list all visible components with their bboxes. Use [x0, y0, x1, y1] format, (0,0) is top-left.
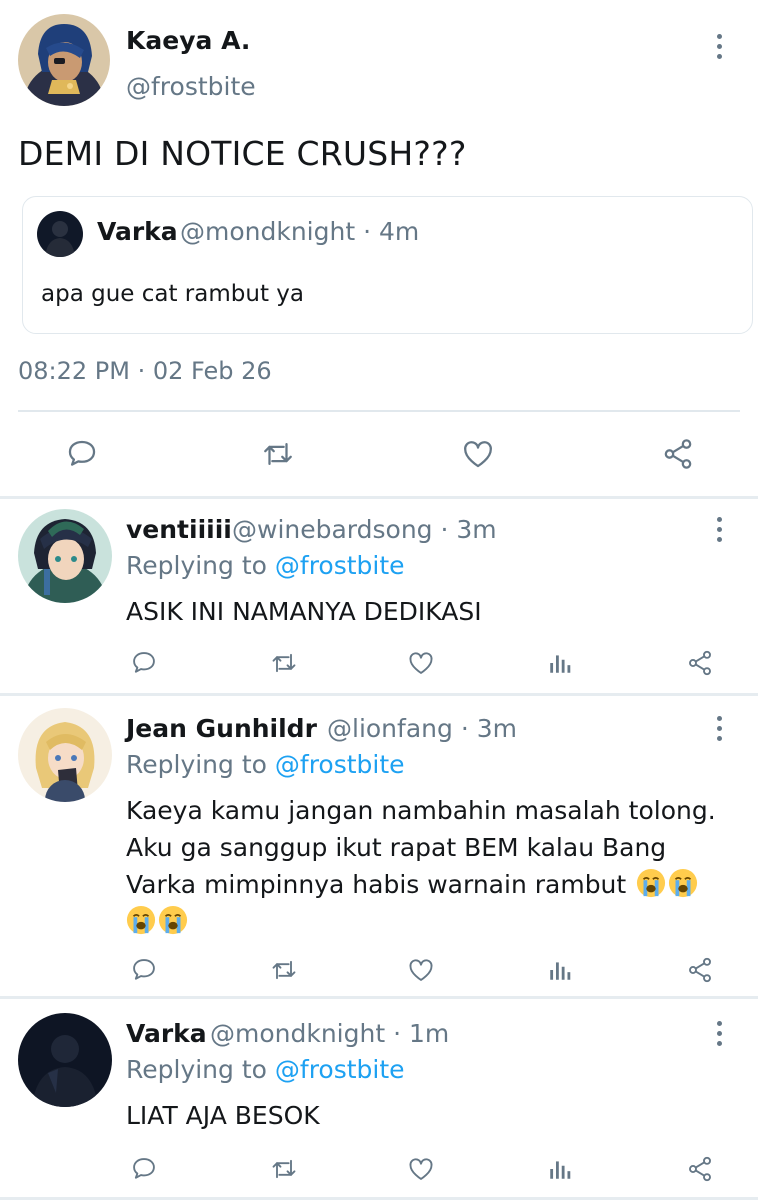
reply-icon[interactable] [60, 434, 104, 474]
reply-icon[interactable] [126, 952, 162, 988]
loudly-crying-face-icon [637, 868, 666, 898]
reply-text-line: Aku ga sanggup ikut rapat BEM kalau Bang [126, 833, 667, 862]
reply-icon[interactable] [126, 1151, 162, 1187]
retweet-icon[interactable] [266, 645, 302, 681]
venti-avatar[interactable] [18, 509, 112, 603]
author-name[interactable]: Kaeya A. [126, 26, 250, 55]
reply-author-handle[interactable]: @mondknight · 1m [210, 1019, 449, 1048]
reply-icon[interactable] [126, 645, 162, 681]
mention-link[interactable]: @frostbite [275, 750, 405, 779]
mention-link[interactable]: @frostbite [275, 1055, 405, 1084]
reply-tweet[interactable]: Varka @mondknight · 1m Replying to @fros… [0, 999, 758, 1200]
replying-to: Replying to @frostbite [126, 551, 405, 580]
reply-tweet[interactable]: ventiiiii @winebardsong · 3m Replying to… [0, 499, 758, 693]
more-options-icon[interactable] [709, 716, 729, 746]
analytics-icon[interactable] [542, 952, 578, 988]
reply-tweet[interactable]: Jean Gunhildr @lionfang · 3m Replying to… [0, 696, 758, 996]
replying-prefix: Replying to [126, 551, 275, 580]
like-icon[interactable] [403, 1151, 439, 1187]
analytics-icon[interactable] [542, 1151, 578, 1187]
retweet-icon[interactable] [256, 434, 300, 474]
quoted-tweet[interactable]: Varka @mondknight · 4m apa gue cat rambu… [22, 196, 753, 334]
share-icon[interactable] [682, 645, 718, 681]
retweet-icon[interactable] [266, 1151, 302, 1187]
retweet-icon[interactable] [266, 952, 302, 988]
tweet-timestamp: 08:22 PM · 02 Feb 26 [18, 357, 272, 385]
kaeya-avatar[interactable] [18, 14, 110, 106]
reply-text-line: Kaeya kamu jangan nambahin masalah tolon… [126, 796, 716, 825]
varka-avatar [37, 211, 83, 257]
tweet-text: DEMI DI NOTICE CRUSH??? [18, 134, 467, 173]
share-icon[interactable] [682, 952, 718, 988]
reply-text-line: Varka mimpinnya habis warnain rambut [126, 866, 736, 903]
more-options-icon[interactable] [709, 517, 729, 547]
more-options-icon[interactable] [709, 1021, 729, 1051]
replying-prefix: Replying to [126, 750, 275, 779]
varka-avatar[interactable] [18, 1013, 112, 1107]
reply-text: Kaeya kamu jangan nambahin masalah tolon… [126, 792, 736, 940]
reply-author-name[interactable]: ventiiiii [126, 515, 232, 544]
reply-text-line [126, 903, 736, 940]
more-options-icon[interactable] [709, 34, 729, 64]
quoted-text: apa gue cat rambut ya [41, 281, 304, 307]
reply-text: ASIK INI NAMANYA DEDIKASI [126, 597, 482, 626]
like-icon[interactable] [403, 645, 439, 681]
author-handle[interactable]: @frostbite [126, 72, 256, 101]
replying-to: Replying to @frostbite [126, 750, 405, 779]
loudly-crying-face-icon [158, 905, 188, 935]
mention-link[interactable]: @frostbite [275, 551, 405, 580]
share-icon[interactable] [682, 1151, 718, 1187]
jean-avatar[interactable] [18, 708, 112, 802]
loudly-crying-face-icon [126, 905, 156, 935]
like-icon[interactable] [403, 952, 439, 988]
reply-text-segment: Varka mimpinnya habis warnain rambut [126, 870, 627, 899]
loudly-crying-face-icon [669, 868, 698, 898]
replying-to: Replying to @frostbite [126, 1055, 405, 1084]
quoted-author-name: Varka [97, 217, 178, 246]
reply-author-name[interactable]: Jean Gunhildr [126, 714, 317, 743]
like-icon[interactable] [456, 434, 500, 474]
quoted-author-handle: @mondknight · 4m [180, 217, 420, 246]
reply-author-handle[interactable]: @winebardsong · 3m [232, 515, 497, 544]
replying-prefix: Replying to [126, 1055, 275, 1084]
reply-author-name[interactable]: Varka [126, 1019, 207, 1048]
main-tweet: Kaeya A. @frostbite DEMI DI NOTICE CRUSH… [0, 0, 758, 498]
reply-text: LIAT AJA BESOK [126, 1101, 320, 1130]
reply-author-handle[interactable]: @lionfang · 3m [327, 714, 517, 743]
share-icon[interactable] [656, 434, 700, 474]
divider [18, 410, 740, 412]
analytics-icon[interactable] [542, 645, 578, 681]
